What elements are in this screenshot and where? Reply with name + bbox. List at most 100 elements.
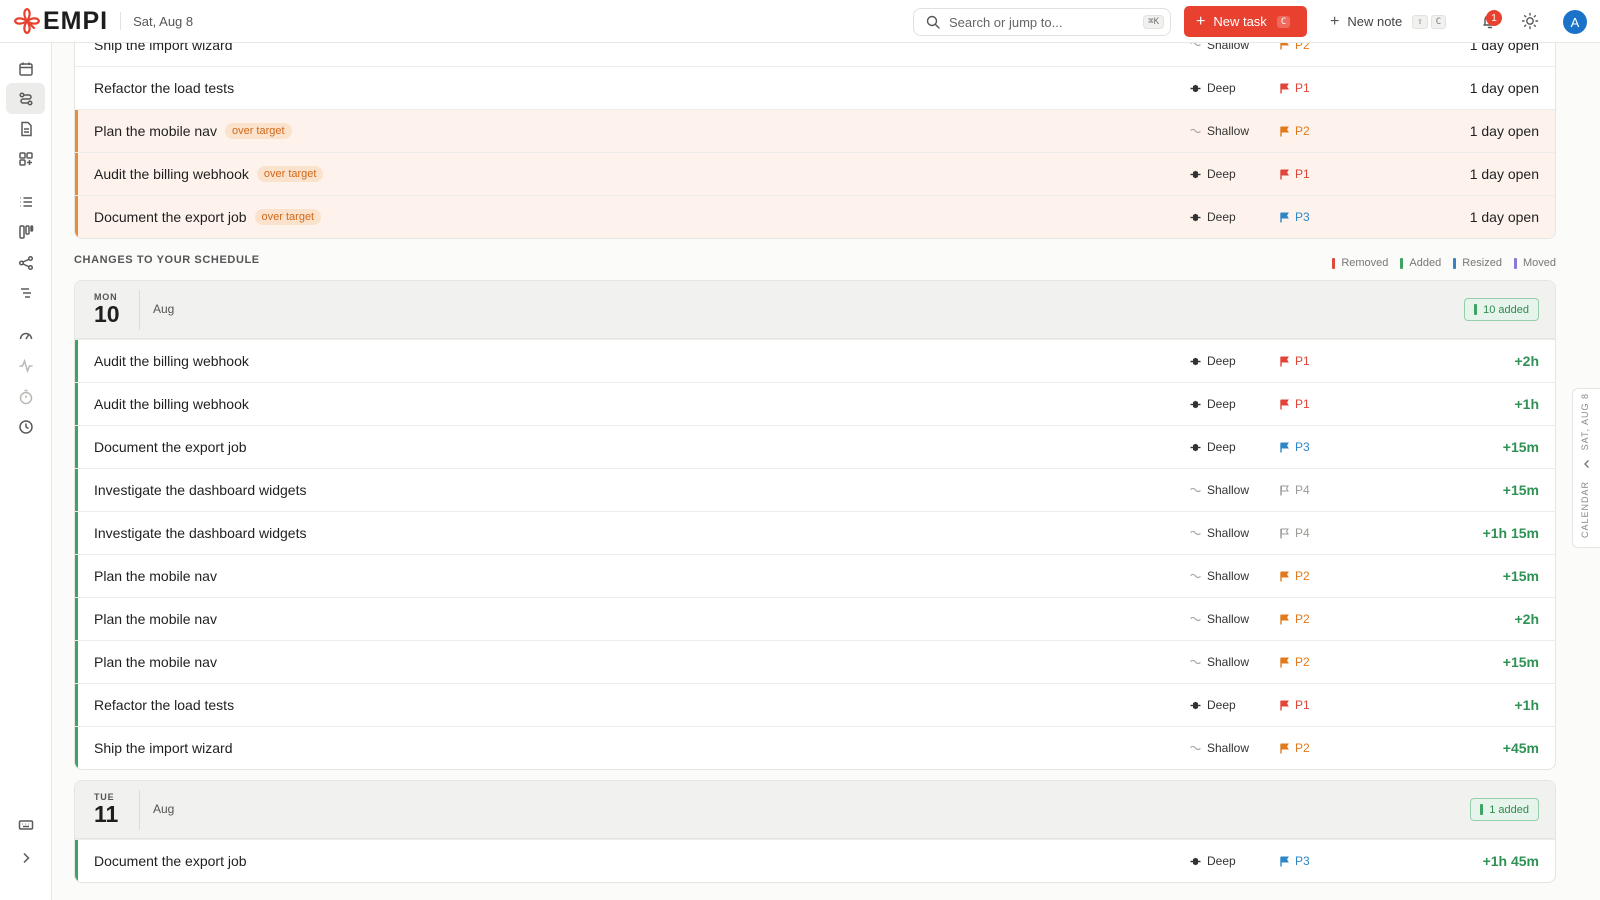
brand-wordmark: EMPI [43,6,109,35]
task-row[interactable]: Audit the billing webhook Deep P1 +1h [75,382,1555,425]
task-row[interactable]: Audit the billing webhook over target Deep… [75,152,1555,195]
row-accent-bar [75,727,78,769]
day-month: Aug [153,302,175,316]
task-title: Plan the mobile nav over target [94,123,292,139]
apps-add-icon [18,151,33,166]
new-task-label: New task [1213,14,1267,29]
task-row[interactable]: Document the export job Deep P3 +15m [75,425,1555,468]
sidebar-timer[interactable] [6,381,45,412]
priority: P3 [1280,854,1310,868]
sidebar-outline[interactable] [6,277,45,308]
open-tasks-card: Ship the import wizard Shallow P2 1 day ope… [74,43,1556,239]
row-accent-bar [75,684,78,726]
calendar-icon [18,62,33,76]
duration-delta: +15m [1502,439,1539,455]
task-row[interactable]: Ship the import wizard Shallow P2 +45m [75,726,1555,769]
priority-flag-icon [1280,485,1289,495]
task-title: Refactor the load tests [94,80,235,96]
work-depth: Shallow [1190,483,1249,497]
priority-flag-icon [1280,657,1289,667]
sidebar-calendar[interactable] [6,53,45,84]
new-task-button[interactable]: + New task C [1184,6,1307,37]
task-row[interactable]: Audit the billing webhook Deep P1 +2h [75,339,1555,382]
work-depth: Deep [1190,81,1236,95]
work-depth: Deep [1190,698,1236,712]
task-row[interactable]: Plan the mobile nav Shallow P2 +15m [75,640,1555,683]
sidebar-expand[interactable] [6,842,45,873]
work-depth: Deep [1190,210,1236,224]
theme-toggle-sun-icon[interactable] [1521,12,1539,30]
priority-flag-icon [1280,83,1289,93]
task-row[interactable]: Investigate the dashboard widgets Shallow… [75,468,1555,511]
sidebar-history[interactable] [6,411,45,442]
duration-delta: +1h [1514,697,1539,713]
deep-work-icon [1190,357,1201,365]
task-row[interactable]: Document the export job over target Deep P3… [75,195,1555,238]
change-legend: Removed Added Resized Moved [1332,257,1556,269]
flower-logo-icon [13,7,41,35]
sidebar-schedule-changes[interactable] [6,83,45,114]
kanban-icon [18,224,33,239]
priority-flag-icon [1280,743,1289,753]
priority: P2 [1280,741,1310,755]
task-title: Document the export job [94,439,247,455]
sidebar-board[interactable] [6,216,45,247]
priority: P2 [1280,569,1310,583]
row-accent-bar [75,110,78,152]
sidebar-shortcuts[interactable] [6,809,45,840]
task-title: Plan the mobile nav [94,568,217,584]
legend-added: Added [1400,257,1441,269]
sidebar-graph[interactable] [6,247,45,278]
task-title: Ship the import wizard [94,43,233,53]
work-depth: Shallow [1190,612,1249,626]
duration-delta: +15m [1502,654,1539,670]
row-accent-bar [75,598,78,640]
open-duration: 1 day open [1469,166,1539,182]
row-accent-bar [75,840,78,882]
search-input[interactable]: Search or jump to... [949,15,1143,30]
priority-flag-icon [1280,399,1289,409]
user-avatar[interactable]: A [1563,10,1587,34]
new-note-button[interactable]: + New note ⇧ C [1330,8,1447,35]
row-accent-bar [75,196,78,238]
task-row[interactable]: Plan the mobile nav Shallow P2 +2h [75,597,1555,640]
priority-flag-icon [1280,356,1289,366]
task-row[interactable]: Plan the mobile nav Shallow P2 +15m [75,554,1555,597]
day-number: 10 [94,301,120,327]
sidebar-list[interactable] [6,186,45,217]
task-row[interactable]: Document the export job Deep P3 +1h 45m [75,839,1555,882]
keyboard-icon [18,819,33,830]
sidebar-widgets[interactable] [6,143,45,174]
header-divider [120,12,122,30]
task-row[interactable]: Refactor the load tests Deep P1 +1h [75,683,1555,726]
over-target-badge: over target [224,123,292,139]
priority: P3 [1280,210,1310,224]
task-row[interactable]: Refactor the load tests Deep P1 1 day open [75,66,1555,109]
work-depth: Shallow [1190,43,1249,52]
chevron-left-icon[interactable] [1581,458,1593,470]
activity-icon [19,358,32,373]
priority-flag-icon [1280,856,1289,866]
work-depth: Deep [1190,854,1236,868]
open-duration: 1 day open [1469,123,1539,139]
work-depth: Deep [1190,440,1236,454]
duration-delta: +15m [1502,482,1539,498]
day-header: MON 10 Aug 10 added [75,281,1555,339]
list-icon [19,196,32,207]
over-target-badge: over target [254,209,322,225]
brand-logo[interactable]: EMPI [13,0,108,43]
over-target-badge: over target [256,166,324,182]
priority: P1 [1280,698,1310,712]
sidebar-notes[interactable] [6,113,45,144]
calendar-rail[interactable]: SAT, AUG 8 CALENDAR [1572,388,1600,548]
priority: P1 [1280,354,1310,368]
day-month: Aug [153,802,175,816]
search-box[interactable]: Search or jump to... ⌘K [913,8,1171,36]
priority: P4 [1280,483,1310,497]
task-row[interactable]: Investigate the dashboard widgets Shallow… [75,511,1555,554]
sidebar-dashboard[interactable] [6,320,45,351]
sidebar-activity[interactable] [6,350,45,381]
task-row[interactable]: Ship the import wizard Shallow P2 1 day ope… [75,43,1555,66]
task-row[interactable]: Plan the mobile nav over target Shallow P2 1… [75,109,1555,152]
deep-work-icon [1190,170,1201,178]
